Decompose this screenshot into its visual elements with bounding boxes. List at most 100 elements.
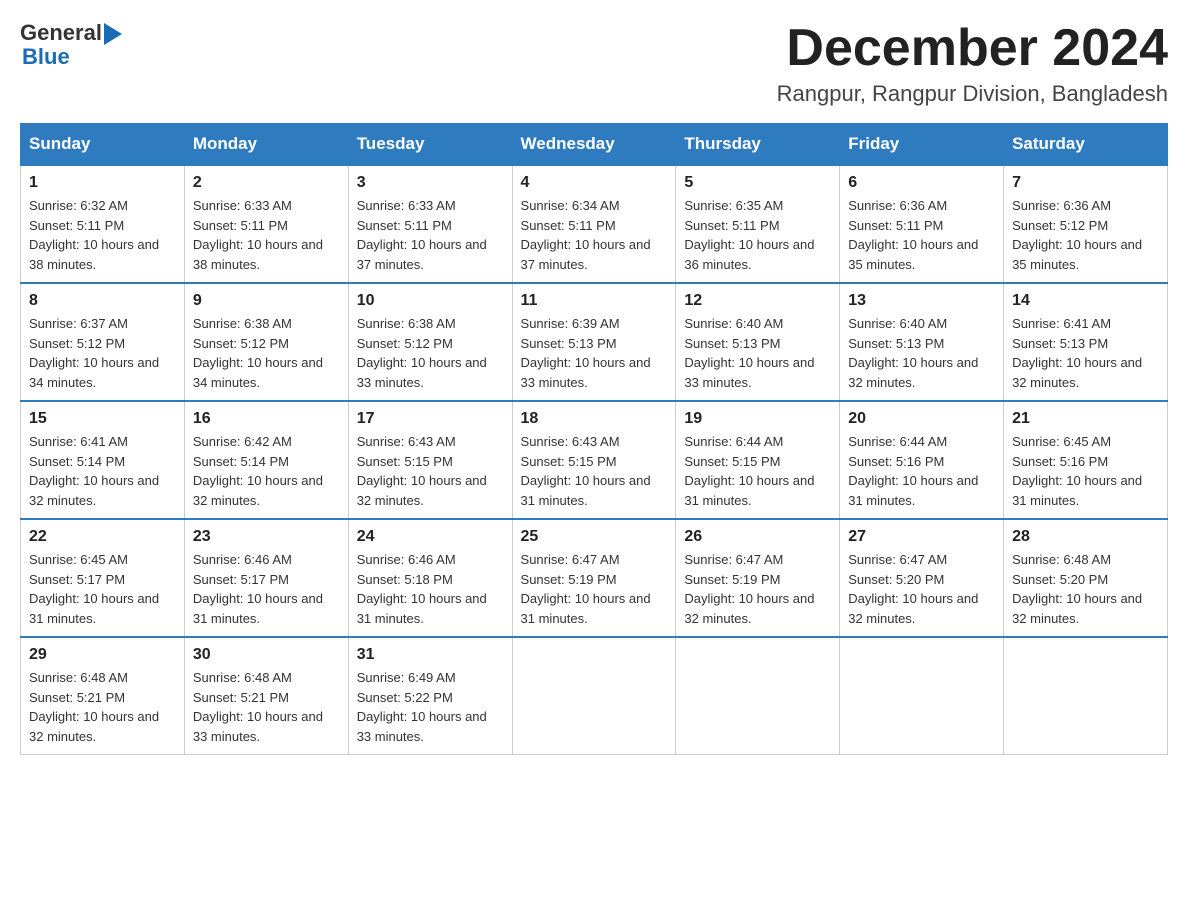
table-cell: 12 Sunrise: 6:40 AM Sunset: 5:13 PM Dayl… — [676, 283, 840, 401]
daylight-label: Daylight: 10 hours and 32 minutes. — [29, 709, 159, 744]
header-sunday: Sunday — [21, 124, 185, 166]
day-number: 19 — [684, 410, 831, 428]
day-number: 14 — [1012, 292, 1159, 310]
table-cell: 31 Sunrise: 6:49 AM Sunset: 5:22 PM Dayl… — [348, 637, 512, 755]
day-info: Sunrise: 6:36 AM Sunset: 5:12 PM Dayligh… — [1012, 196, 1159, 274]
sunset-label: Sunset: 5:13 PM — [684, 336, 780, 351]
day-info: Sunrise: 6:46 AM Sunset: 5:17 PM Dayligh… — [193, 550, 340, 628]
day-number: 2 — [193, 174, 340, 192]
sunrise-label: Sunrise: 6:48 AM — [1012, 552, 1111, 567]
table-cell: 29 Sunrise: 6:48 AM Sunset: 5:21 PM Dayl… — [21, 637, 185, 755]
title-section: December 2024 Rangpur, Rangpur Division,… — [777, 20, 1168, 107]
day-info: Sunrise: 6:47 AM Sunset: 5:19 PM Dayligh… — [521, 550, 668, 628]
daylight-label: Daylight: 10 hours and 31 minutes. — [357, 591, 487, 626]
sunrise-label: Sunrise: 6:47 AM — [684, 552, 783, 567]
daylight-label: Daylight: 10 hours and 32 minutes. — [193, 473, 323, 508]
sunset-label: Sunset: 5:20 PM — [848, 572, 944, 587]
day-number: 24 — [357, 528, 504, 546]
logo-blue-text: Blue — [22, 44, 70, 70]
sunrise-label: Sunrise: 6:40 AM — [684, 316, 783, 331]
sunrise-label: Sunrise: 6:47 AM — [848, 552, 947, 567]
sunrise-label: Sunrise: 6:37 AM — [29, 316, 128, 331]
table-cell: 16 Sunrise: 6:42 AM Sunset: 5:14 PM Dayl… — [184, 401, 348, 519]
daylight-label: Daylight: 10 hours and 32 minutes. — [684, 591, 814, 626]
sunset-label: Sunset: 5:11 PM — [193, 218, 288, 233]
table-cell: 25 Sunrise: 6:47 AM Sunset: 5:19 PM Dayl… — [512, 519, 676, 637]
sunset-label: Sunset: 5:17 PM — [29, 572, 125, 587]
sunset-label: Sunset: 5:22 PM — [357, 690, 453, 705]
sunrise-label: Sunrise: 6:48 AM — [193, 670, 292, 685]
header-monday: Monday — [184, 124, 348, 166]
sunset-label: Sunset: 5:13 PM — [848, 336, 944, 351]
calendar-header-row: Sunday Monday Tuesday Wednesday Thursday… — [21, 124, 1168, 166]
daylight-label: Daylight: 10 hours and 33 minutes. — [357, 355, 487, 390]
daylight-label: Daylight: 10 hours and 34 minutes. — [193, 355, 323, 390]
page-header: General Blue December 2024 Rangpur, Rang… — [20, 20, 1168, 107]
day-number: 11 — [521, 292, 668, 310]
daylight-label: Daylight: 10 hours and 31 minutes. — [29, 591, 159, 626]
table-cell: 15 Sunrise: 6:41 AM Sunset: 5:14 PM Dayl… — [21, 401, 185, 519]
table-cell — [840, 637, 1004, 755]
day-info: Sunrise: 6:45 AM Sunset: 5:16 PM Dayligh… — [1012, 432, 1159, 510]
table-cell — [512, 637, 676, 755]
table-cell: 22 Sunrise: 6:45 AM Sunset: 5:17 PM Dayl… — [21, 519, 185, 637]
daylight-label: Daylight: 10 hours and 31 minutes. — [521, 473, 651, 508]
day-info: Sunrise: 6:42 AM Sunset: 5:14 PM Dayligh… — [193, 432, 340, 510]
sunset-label: Sunset: 5:15 PM — [521, 454, 617, 469]
table-cell: 10 Sunrise: 6:38 AM Sunset: 5:12 PM Dayl… — [348, 283, 512, 401]
day-number: 18 — [521, 410, 668, 428]
table-cell: 17 Sunrise: 6:43 AM Sunset: 5:15 PM Dayl… — [348, 401, 512, 519]
sunrise-label: Sunrise: 6:49 AM — [357, 670, 456, 685]
sunset-label: Sunset: 5:14 PM — [193, 454, 289, 469]
table-cell: 23 Sunrise: 6:46 AM Sunset: 5:17 PM Dayl… — [184, 519, 348, 637]
day-info: Sunrise: 6:38 AM Sunset: 5:12 PM Dayligh… — [193, 314, 340, 392]
day-info: Sunrise: 6:46 AM Sunset: 5:18 PM Dayligh… — [357, 550, 504, 628]
daylight-label: Daylight: 10 hours and 31 minutes. — [1012, 473, 1142, 508]
sunset-label: Sunset: 5:20 PM — [1012, 572, 1108, 587]
calendar-table: Sunday Monday Tuesday Wednesday Thursday… — [20, 123, 1168, 755]
day-number: 20 — [848, 410, 995, 428]
sunrise-label: Sunrise: 6:45 AM — [29, 552, 128, 567]
sunset-label: Sunset: 5:21 PM — [29, 690, 125, 705]
day-info: Sunrise: 6:45 AM Sunset: 5:17 PM Dayligh… — [29, 550, 176, 628]
sunrise-label: Sunrise: 6:33 AM — [193, 198, 292, 213]
day-info: Sunrise: 6:48 AM Sunset: 5:20 PM Dayligh… — [1012, 550, 1159, 628]
day-info: Sunrise: 6:49 AM Sunset: 5:22 PM Dayligh… — [357, 668, 504, 746]
day-number: 21 — [1012, 410, 1159, 428]
logo-general-text: General — [20, 20, 102, 46]
daylight-label: Daylight: 10 hours and 35 minutes. — [848, 237, 978, 272]
day-number: 5 — [684, 174, 831, 192]
table-cell: 21 Sunrise: 6:45 AM Sunset: 5:16 PM Dayl… — [1004, 401, 1168, 519]
calendar-week-2: 8 Sunrise: 6:37 AM Sunset: 5:12 PM Dayli… — [21, 283, 1168, 401]
day-number: 12 — [684, 292, 831, 310]
day-info: Sunrise: 6:40 AM Sunset: 5:13 PM Dayligh… — [684, 314, 831, 392]
table-cell: 30 Sunrise: 6:48 AM Sunset: 5:21 PM Dayl… — [184, 637, 348, 755]
sunset-label: Sunset: 5:12 PM — [1012, 218, 1108, 233]
table-cell — [676, 637, 840, 755]
day-info: Sunrise: 6:33 AM Sunset: 5:11 PM Dayligh… — [193, 196, 340, 274]
day-info: Sunrise: 6:38 AM Sunset: 5:12 PM Dayligh… — [357, 314, 504, 392]
sunrise-label: Sunrise: 6:41 AM — [1012, 316, 1111, 331]
table-cell: 18 Sunrise: 6:43 AM Sunset: 5:15 PM Dayl… — [512, 401, 676, 519]
table-cell: 6 Sunrise: 6:36 AM Sunset: 5:11 PM Dayli… — [840, 165, 1004, 283]
sunset-label: Sunset: 5:13 PM — [1012, 336, 1108, 351]
daylight-label: Daylight: 10 hours and 32 minutes. — [848, 591, 978, 626]
sunset-label: Sunset: 5:11 PM — [848, 218, 943, 233]
sunset-label: Sunset: 5:12 PM — [29, 336, 125, 351]
daylight-label: Daylight: 10 hours and 37 minutes. — [357, 237, 487, 272]
sunrise-label: Sunrise: 6:42 AM — [193, 434, 292, 449]
day-info: Sunrise: 6:43 AM Sunset: 5:15 PM Dayligh… — [521, 432, 668, 510]
calendar-week-3: 15 Sunrise: 6:41 AM Sunset: 5:14 PM Dayl… — [21, 401, 1168, 519]
table-cell: 13 Sunrise: 6:40 AM Sunset: 5:13 PM Dayl… — [840, 283, 1004, 401]
sunset-label: Sunset: 5:17 PM — [193, 572, 289, 587]
sunset-label: Sunset: 5:11 PM — [29, 218, 124, 233]
day-number: 15 — [29, 410, 176, 428]
sunrise-label: Sunrise: 6:43 AM — [521, 434, 620, 449]
sunset-label: Sunset: 5:11 PM — [521, 218, 616, 233]
daylight-label: Daylight: 10 hours and 32 minutes. — [1012, 355, 1142, 390]
day-info: Sunrise: 6:43 AM Sunset: 5:15 PM Dayligh… — [357, 432, 504, 510]
day-number: 13 — [848, 292, 995, 310]
daylight-label: Daylight: 10 hours and 32 minutes. — [357, 473, 487, 508]
day-number: 26 — [684, 528, 831, 546]
day-info: Sunrise: 6:34 AM Sunset: 5:11 PM Dayligh… — [521, 196, 668, 274]
